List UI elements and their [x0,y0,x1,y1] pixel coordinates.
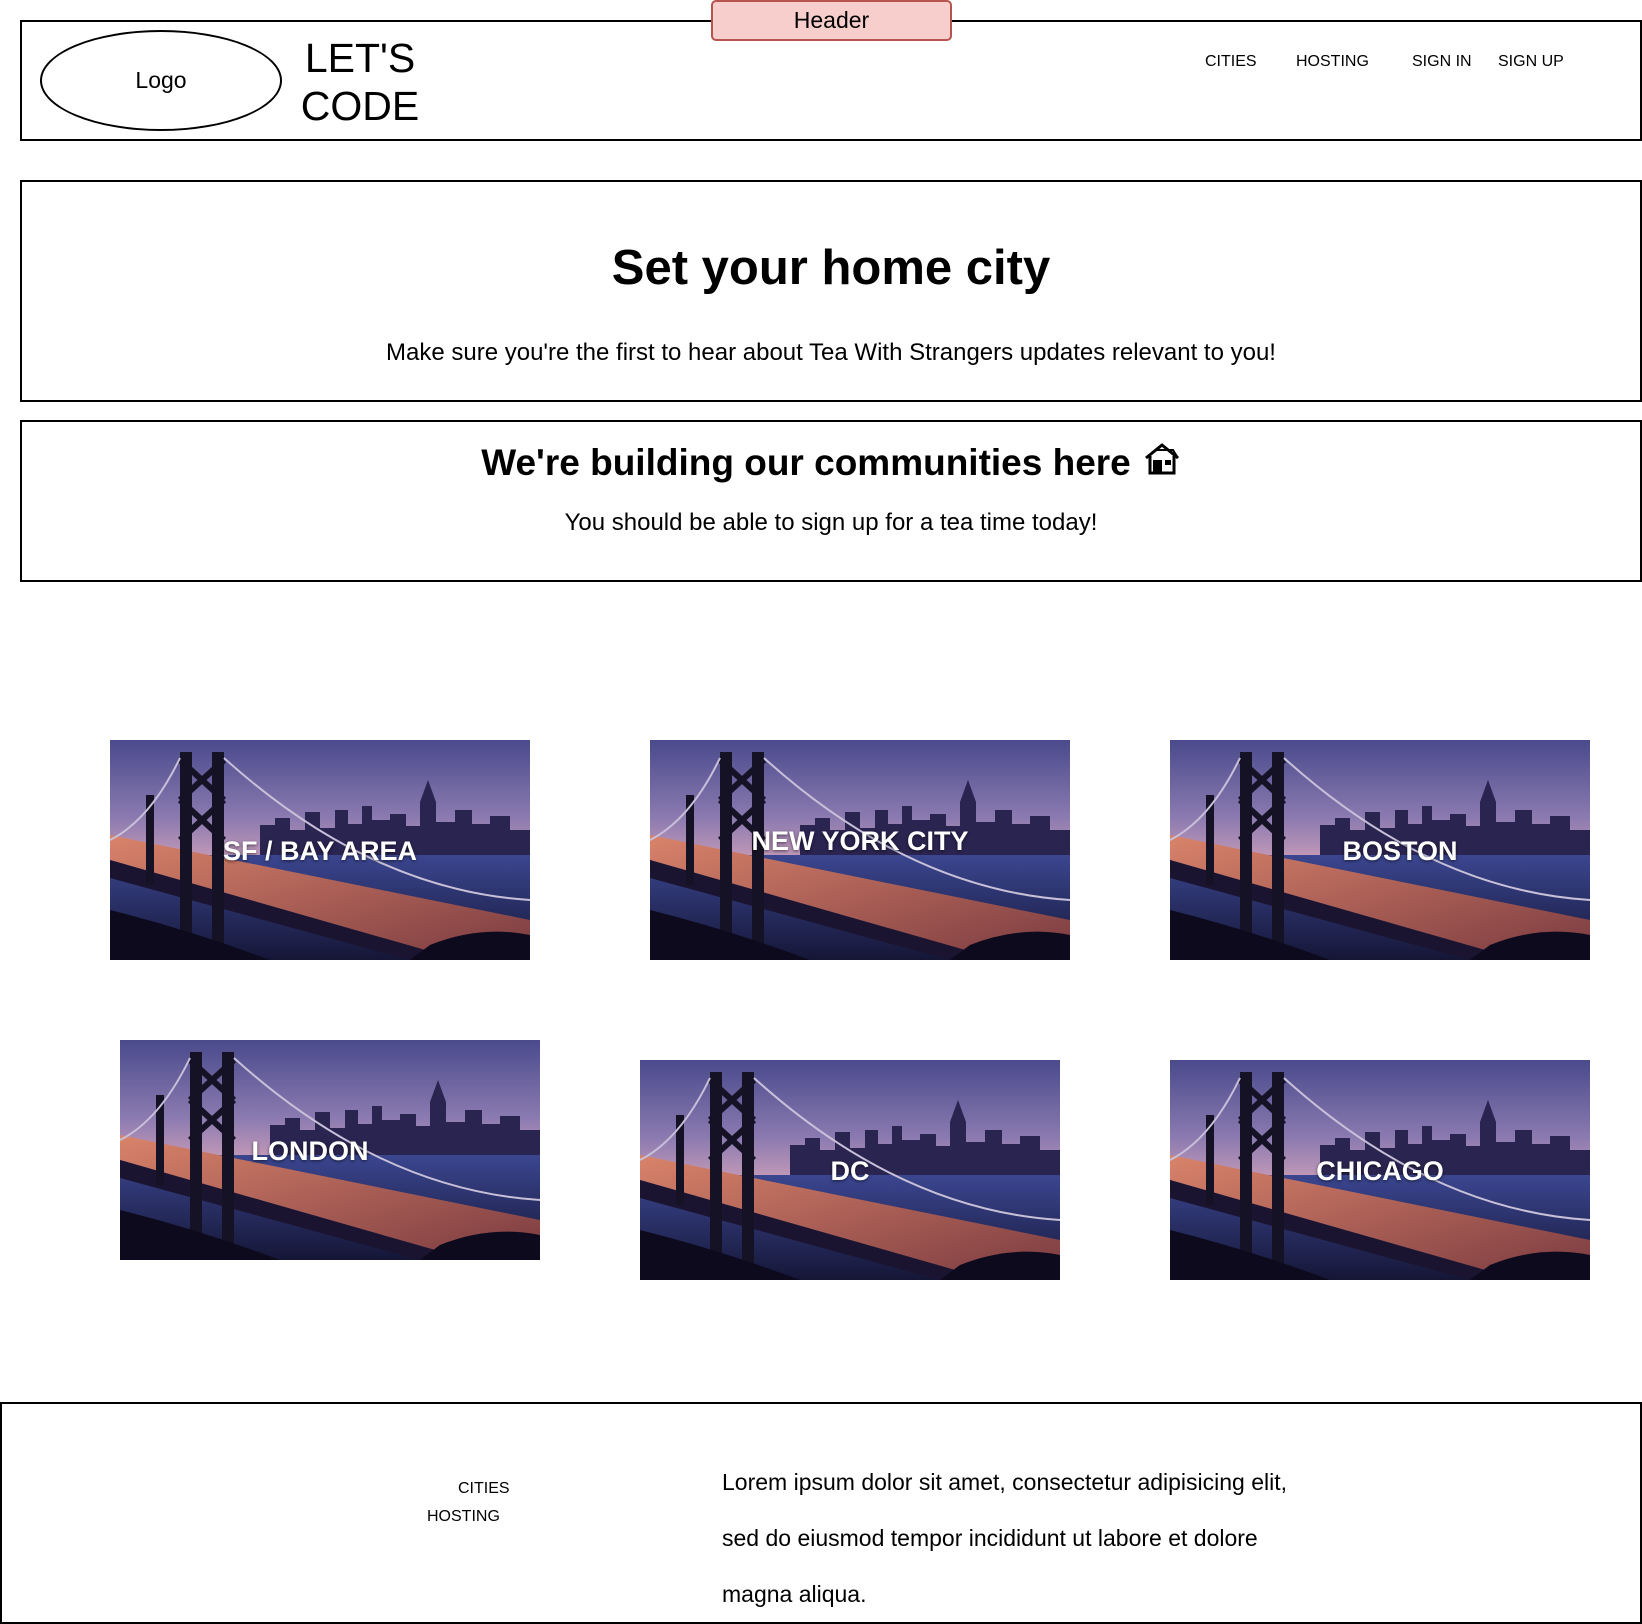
city-label: BOSTON [1342,836,1458,866]
page-title: Set your home city [611,241,1051,295]
nav-sign-up[interactable]: SIGN UP [1498,53,1564,71]
city-label: CHICAGO [1316,1156,1444,1186]
city-card-sf-bay-area[interactable]: SF / BAY AREA [110,740,530,960]
city-label: DC [830,1156,870,1186]
city-card-dc[interactable]: DC [640,1060,1060,1280]
brand-line-2: CODE [300,83,420,129]
brand-name: LET'S CODE [290,34,430,130]
city-label: NEW YORK CITY [751,826,969,856]
footer-description: Lorem ipsum dolor sit amet, consectetur … [722,1469,1288,1607]
communities-subtitle: You should be able to sign up for a tea … [564,509,1098,536]
intro-section: Set your home city Make sure you're the … [20,180,1642,402]
communities-heading: We're building our communities here [22,440,1640,485]
nav-cities[interactable]: CITIES [1205,53,1257,71]
nav-sign-in[interactable]: SIGN IN [1412,53,1472,71]
brand-line-1: LET'S [304,35,416,81]
nav-hosting[interactable]: HOSTING [1296,53,1369,71]
city-label: SF / BAY AREA [222,836,418,866]
city-card-chicago[interactable]: CHICAGO [1170,1060,1590,1280]
footer-link-cities[interactable]: CITIES [458,1480,510,1498]
city-label: LONDON [251,1136,369,1166]
communities-title: We're building our communities here [481,441,1131,483]
intro-subtitle: Make sure you're the first to hear about… [386,339,1276,366]
city-card-boston[interactable]: BOSTON [1170,740,1590,960]
header-label-tag: Header [711,0,952,41]
site-footer: CITIES HOSTING Lorem ipsum dolor sit ame… [0,1402,1642,1624]
footer-link-hosting[interactable]: HOSTING [427,1508,500,1526]
city-card-new-york-city[interactable]: NEW YORK CITY [650,740,1070,960]
city-card-london[interactable]: LONDON [120,1040,540,1260]
house-icon [1143,440,1181,485]
logo[interactable]: Logo [40,30,282,131]
communities-section: We're building our communities here You … [20,420,1642,582]
